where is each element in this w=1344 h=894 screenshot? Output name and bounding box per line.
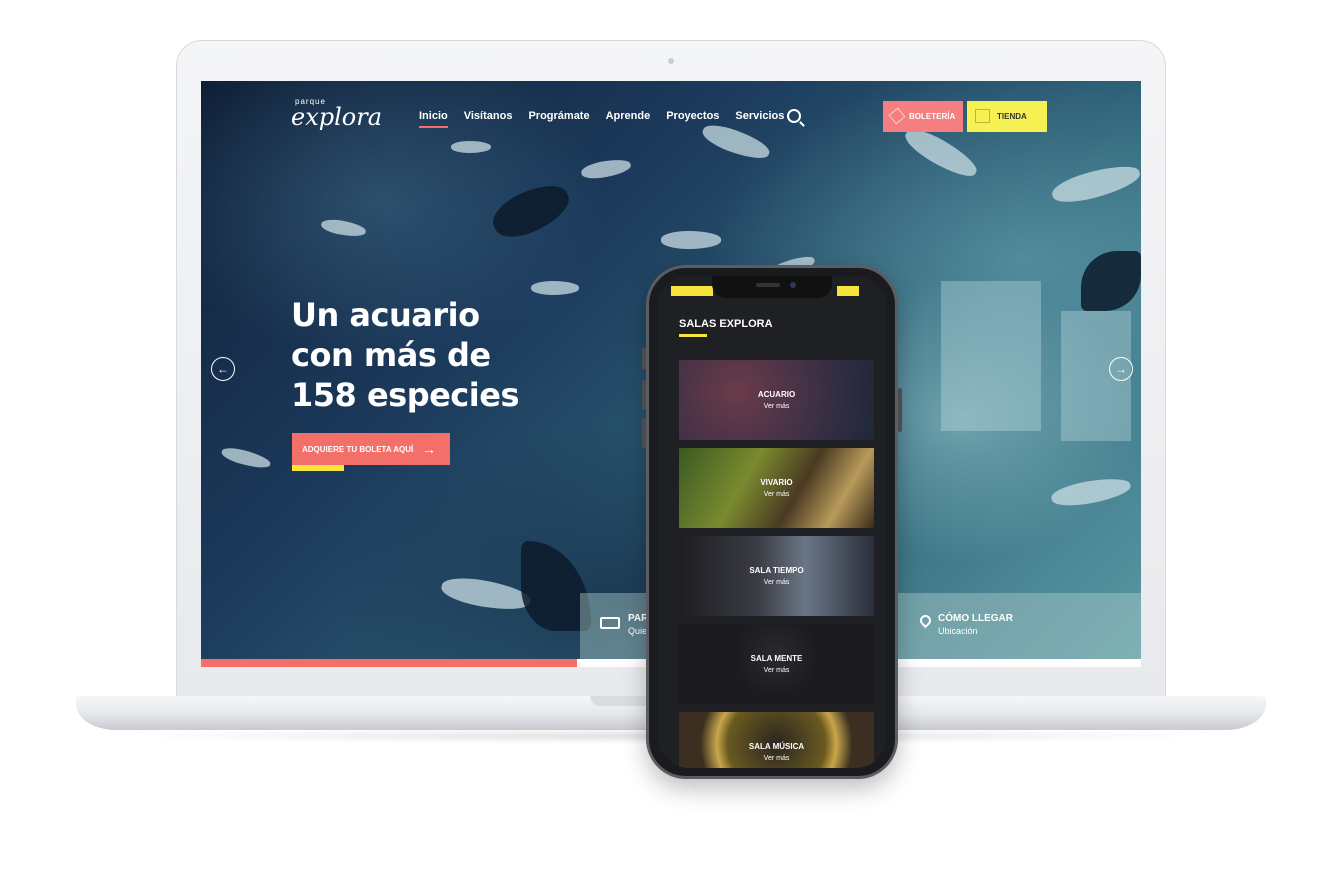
fish-image [1049, 474, 1133, 510]
nav-link-aprende[interactable]: Aprende [606, 110, 651, 122]
sala-card-vivario[interactable]: VIVARIO Ver más [679, 448, 874, 528]
sala-card-acuario[interactable]: ACUARIO Ver más [679, 360, 874, 440]
fish-image [531, 281, 579, 295]
phone-side-button [642, 418, 646, 448]
phone-frame: SALAS EXPLORA ACUARIO Ver más VIVARIO Ve… [642, 265, 902, 779]
hero-title-line: 158 especies [291, 376, 519, 414]
info-item-title: CÓMO LLEGAR [938, 613, 1013, 624]
laptop-camera [668, 58, 674, 64]
aquarium-window [941, 281, 1041, 431]
arrow-left-icon: ← [217, 362, 229, 376]
ticket-icon [888, 107, 906, 125]
hero-title-line: con más de [291, 336, 491, 374]
hero-title: Un acuario con más de 158 especies [291, 295, 591, 415]
nav-link-visitanos[interactable]: Visítanos [464, 110, 513, 122]
sala-card-link[interactable]: Ver más [764, 667, 790, 674]
fish-image [579, 156, 633, 182]
phone-accent-tab [837, 286, 859, 296]
arrow-right-icon: → [422, 441, 436, 457]
cta-accent-bar [292, 465, 344, 471]
fish-image [220, 444, 272, 472]
sala-card-name: ACUARIO [757, 390, 796, 399]
top-nav: parque explora Inicio Visítanos Prográma… [201, 81, 1141, 151]
arrow-right-icon: → [1115, 362, 1127, 376]
search-icon[interactable] [787, 109, 801, 123]
section-title-underline [679, 334, 707, 337]
fish-image [1081, 251, 1141, 311]
sala-card-link[interactable]: Ver más [764, 403, 790, 410]
sala-card-musica[interactable]: SALA MÚSICA Ver más [679, 712, 874, 768]
phone-side-button [642, 380, 646, 410]
fish-image [486, 175, 576, 247]
sala-card-name: SALA MENTE [750, 654, 803, 663]
slider-progress-fill [201, 659, 577, 667]
sala-card-mente[interactable]: SALA MENTE Ver más [679, 624, 874, 704]
fish-image [320, 217, 367, 239]
phone-accent-tab [671, 286, 713, 296]
slider-prev-button[interactable]: ← [211, 357, 235, 381]
sala-card-name: VIVARIO [760, 478, 793, 487]
sala-card-name: SALA TIEMPO [749, 566, 804, 575]
phone-screen: SALAS EXPLORA ACUARIO Ver más VIVARIO Ve… [657, 276, 887, 768]
park-icon [600, 617, 620, 629]
phone-notch [712, 276, 832, 298]
phone-camera [790, 282, 796, 288]
phone-speaker [756, 283, 780, 287]
buy-ticket-label: ADQUIERE TU BOLETA AQUÍ [302, 444, 414, 454]
sala-card-link[interactable]: Ver más [764, 579, 790, 586]
phone-side-button [898, 388, 902, 432]
nav-link-servicios[interactable]: Servicios [735, 110, 784, 122]
fish-image [661, 231, 721, 249]
boleteria-label: BOLETERÍA [909, 112, 956, 121]
buy-ticket-button[interactable]: ADQUIERE TU BOLETA AQUÍ → [292, 433, 450, 465]
tienda-button[interactable]: TIENDA [967, 101, 1047, 132]
nav-link-inicio[interactable]: Inicio [419, 110, 448, 128]
nav-link-proyectos[interactable]: Proyectos [666, 110, 719, 122]
hero-title-line: Un acuario [291, 296, 480, 334]
info-item-como-llegar[interactable]: CÓMO LLEGAR Ubicación [938, 613, 1013, 636]
fish-image [439, 573, 533, 615]
sala-card-link[interactable]: Ver más [764, 755, 790, 762]
sala-card-name: SALA MÚSICA [748, 742, 805, 751]
section-title: SALAS EXPLORA [679, 318, 773, 330]
boleteria-button[interactable]: BOLETERÍA [883, 101, 963, 132]
nav-links: Inicio Visítanos Prográmate Aprende Proy… [419, 110, 784, 128]
shop-icon [975, 109, 990, 123]
fish-image [1049, 159, 1141, 209]
tienda-label: TIENDA [997, 112, 1027, 121]
sala-card-tiempo[interactable]: SALA TIEMPO Ver más [679, 536, 874, 616]
nav-link-programate[interactable]: Prográmate [528, 110, 589, 122]
sala-card-link[interactable]: Ver más [764, 491, 790, 498]
info-item-subtitle: Ubicación [938, 626, 978, 636]
explora-logo[interactable]: parque explora [291, 97, 382, 130]
phone-side-button [642, 348, 646, 370]
location-pin-icon [917, 612, 934, 629]
logo-main-text: explora [291, 103, 383, 131]
slider-next-button[interactable]: → [1109, 357, 1133, 381]
